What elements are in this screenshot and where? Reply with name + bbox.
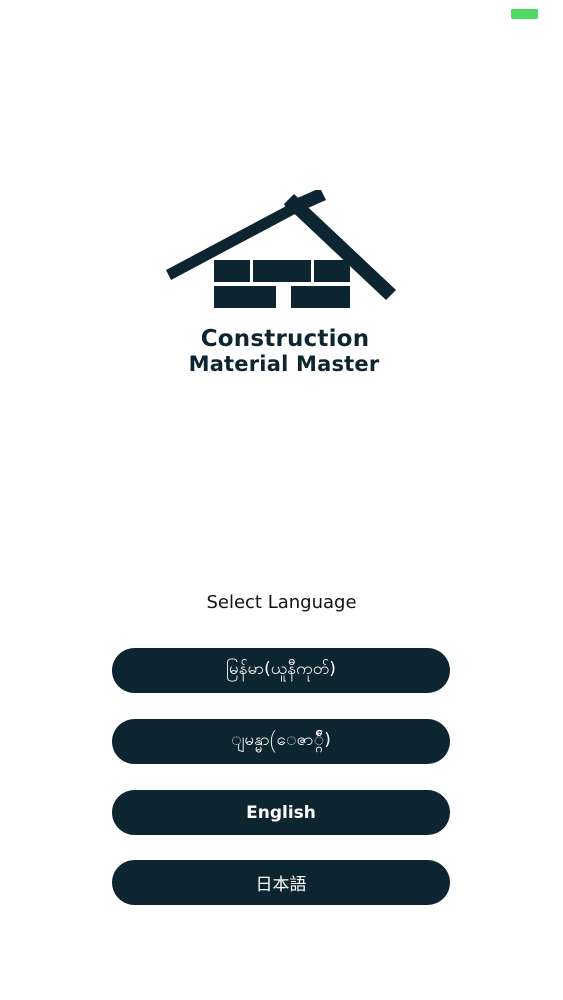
house-bricks-icon bbox=[166, 190, 396, 308]
screen: Construction Material Master Select Lang… bbox=[0, 0, 563, 1000]
language-button-myanmar-zawgyi[interactable]: ျမန္မာ(ေဇာ္ဂ်ီ) bbox=[112, 719, 450, 764]
select-language-title: Select Language bbox=[206, 592, 357, 613]
language-button-english[interactable]: English bbox=[112, 790, 450, 835]
logo-title-line1: Construction bbox=[200, 326, 370, 352]
battery-icon bbox=[511, 9, 538, 19]
language-button-myanmar-unicode[interactable]: မြန်မာ(ယူနီကုတ်) bbox=[112, 648, 450, 693]
logo-title-line2: Material Master bbox=[188, 352, 380, 376]
language-button-japanese[interactable]: 日本語 bbox=[112, 860, 450, 905]
app-logo: Construction Material Master bbox=[160, 190, 404, 390]
